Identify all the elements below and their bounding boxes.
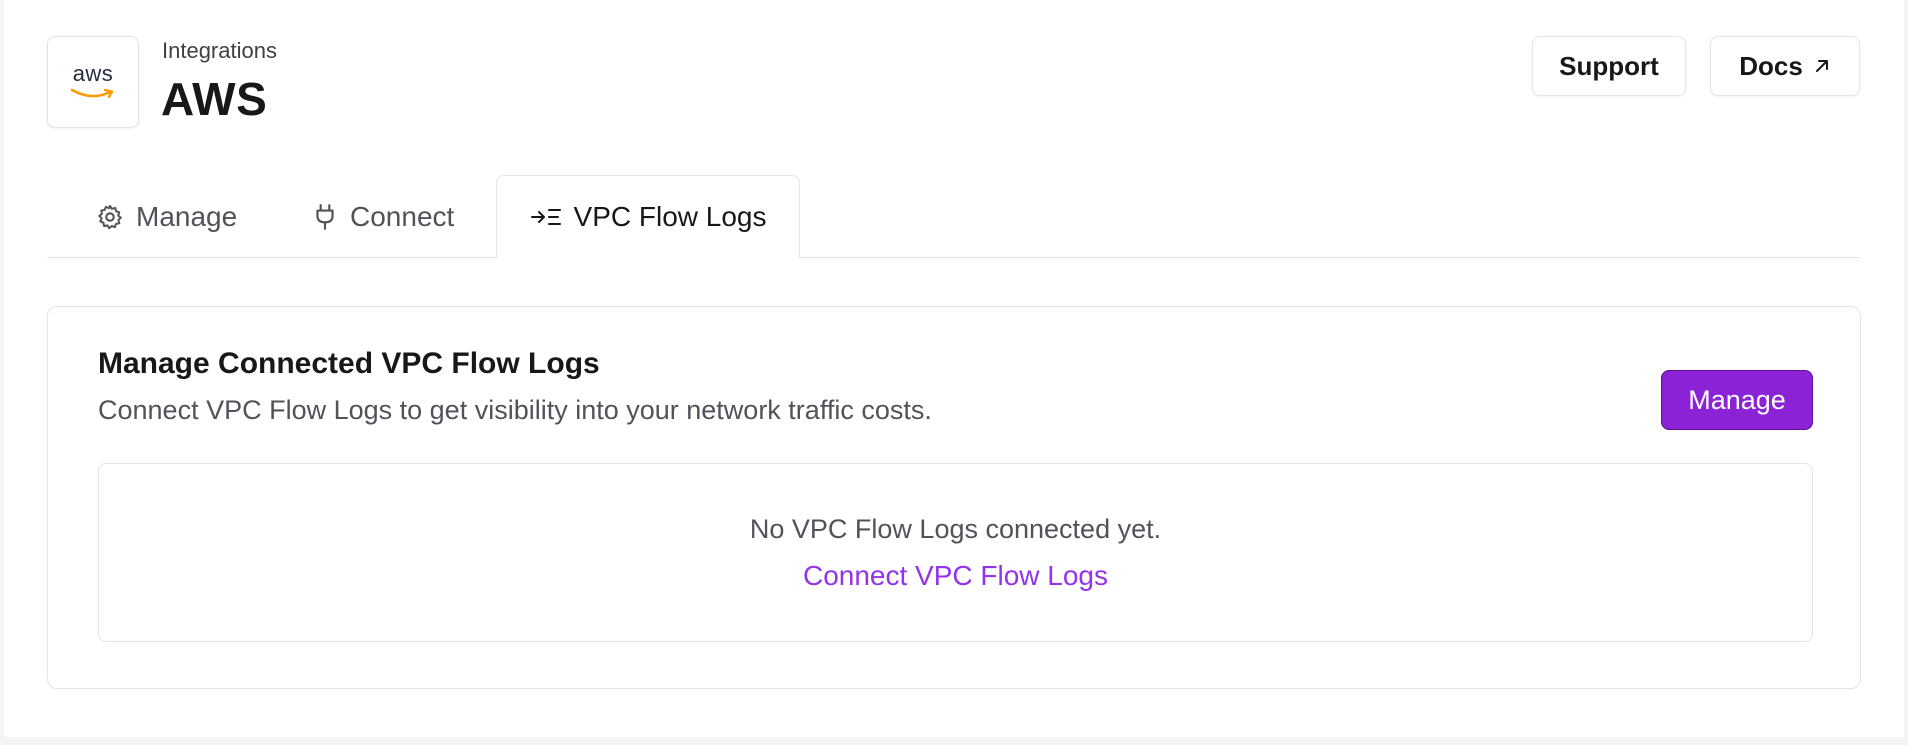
integration-page: aws Integrations AWS Support Docs Manage: [4, 0, 1904, 737]
support-button-label: Support: [1559, 50, 1659, 81]
support-button[interactable]: Support: [1532, 36, 1686, 96]
card-subtitle: Connect VPC Flow Logs to get visibility …: [98, 395, 932, 425]
breadcrumb[interactable]: Integrations: [162, 38, 277, 64]
tab-connect-label: Connect: [350, 201, 455, 232]
manage-button[interactable]: Manage: [1661, 370, 1813, 430]
tab-manage-label: Manage: [136, 201, 238, 232]
connect-vpc-flow-logs-link[interactable]: Connect VPC Flow Logs: [99, 560, 1812, 592]
tab-manage[interactable]: Manage: [96, 176, 237, 258]
tab-vpc-flow-logs[interactable]: VPC Flow Logs: [496, 175, 800, 259]
tab-connect[interactable]: Connect: [312, 176, 454, 258]
docs-button[interactable]: Docs: [1710, 36, 1860, 96]
plug-icon: [312, 203, 338, 231]
arrow-into-list-icon: [530, 205, 562, 229]
empty-state: No VPC Flow Logs connected yet. Connect …: [98, 463, 1813, 642]
vpc-flow-logs-card: Manage Connected VPC Flow Logs Connect V…: [47, 306, 1861, 689]
docs-button-label: Docs: [1739, 50, 1803, 81]
tab-vpc-flow-logs-label: VPC Flow Logs: [573, 201, 767, 232]
aws-logo: aws: [47, 36, 139, 128]
arrow-up-right-icon: [1813, 57, 1831, 75]
page-title: AWS: [161, 73, 268, 125]
gear-icon: [96, 203, 124, 231]
aws-smile-icon: [70, 88, 114, 99]
aws-logo-text: aws: [72, 61, 114, 86]
card-title: Manage Connected VPC Flow Logs: [98, 347, 600, 380]
empty-state-text: No VPC Flow Logs connected yet.: [749, 514, 1162, 544]
